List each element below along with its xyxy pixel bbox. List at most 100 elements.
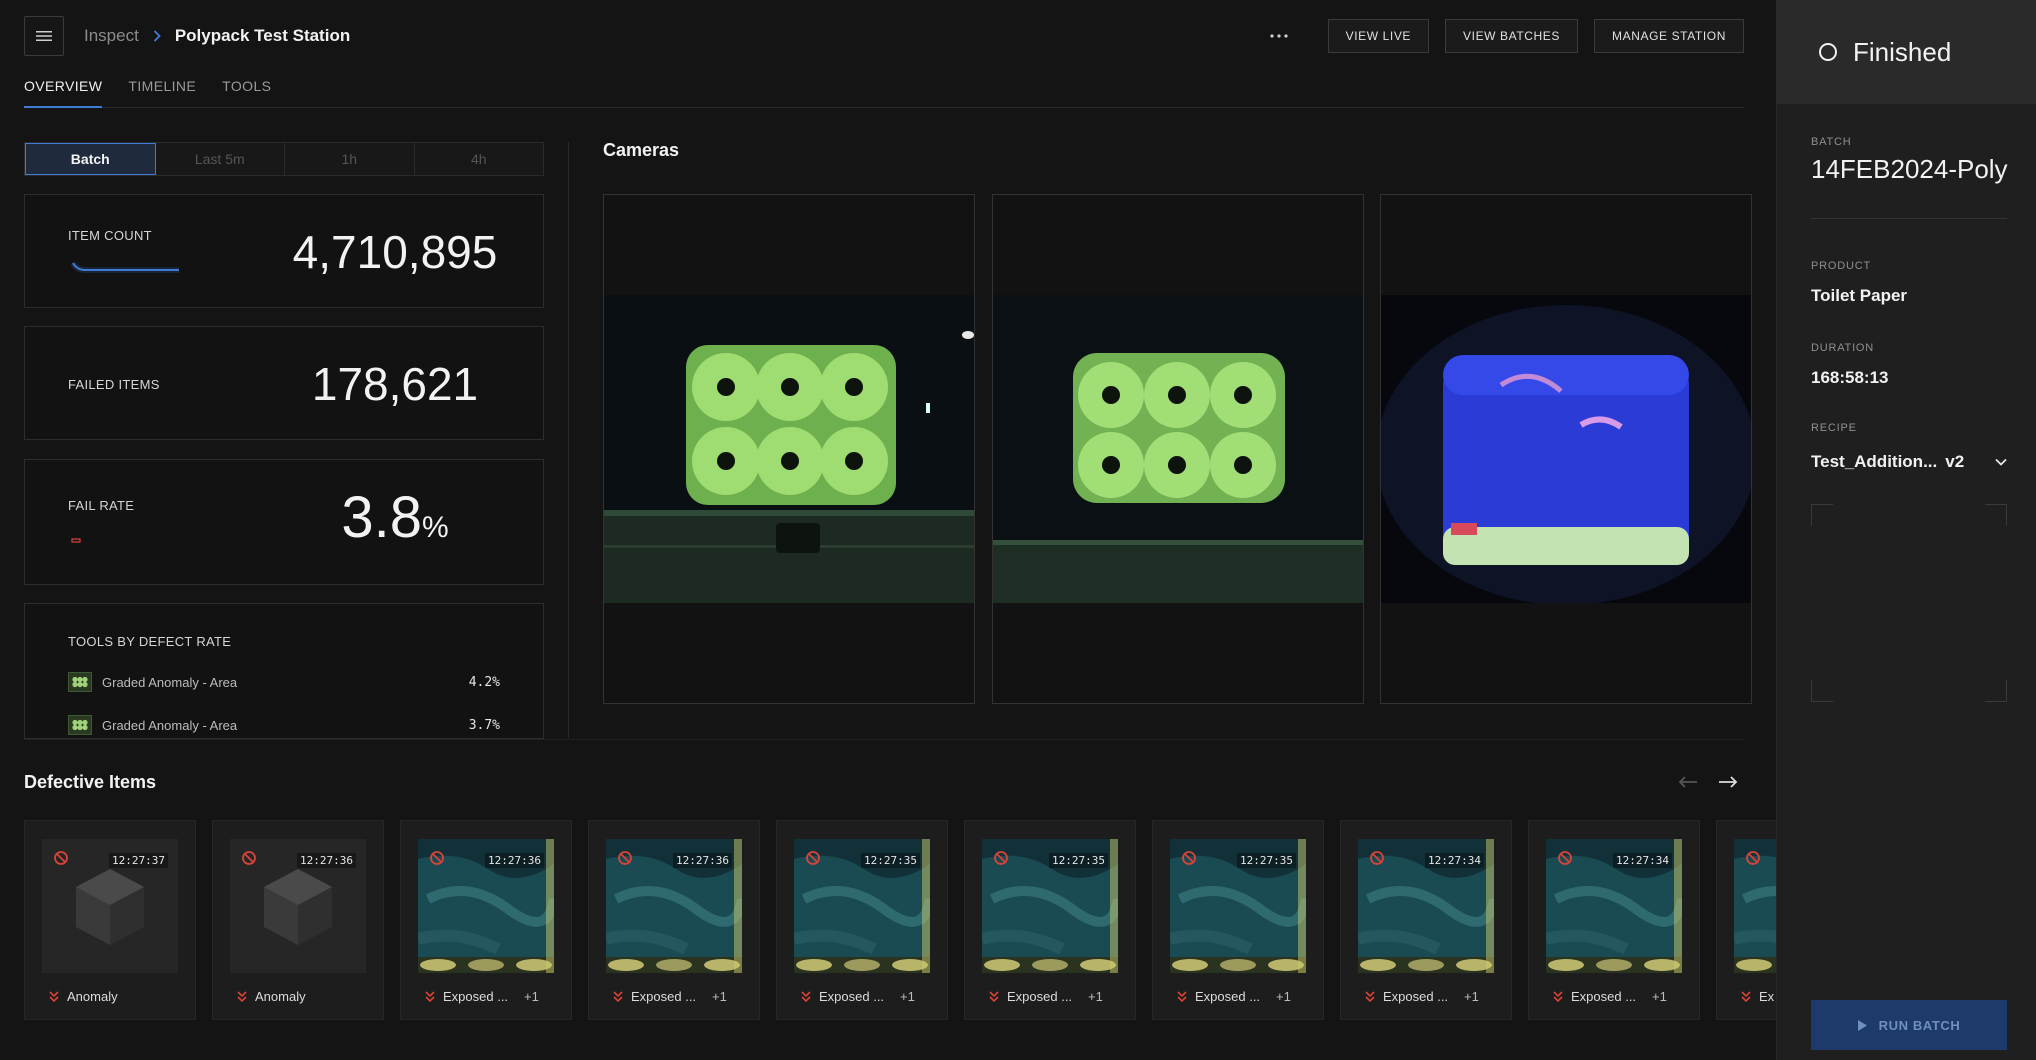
more-options-button[interactable] (1262, 19, 1296, 53)
batch-value: 14FEB2024-Poly (1811, 154, 2008, 184)
recipe-label: RECIPE (1811, 422, 1857, 434)
range-1h[interactable]: 1h (285, 143, 415, 175)
run-batch-button[interactable]: RUN BATCH (1811, 1000, 2007, 1050)
defective-items-title: Defective Items (24, 772, 157, 792)
menu-button[interactable] (24, 16, 64, 56)
fail-rate-card: FAIL RATE 3.8% (24, 459, 544, 585)
view-batches-button[interactable]: VIEW BATCHES (1445, 19, 1579, 53)
tab-tools[interactable]: TOOLS (222, 76, 271, 108)
tool-rate: 3.7% (468, 717, 500, 733)
defect-card[interactable]: 12:27:35 Exposed ... +1 (1152, 820, 1324, 1020)
tab-timeline[interactable]: TIMELINE (128, 76, 196, 108)
defect-thumbnail (1734, 839, 1776, 973)
defect-label: Ex (1741, 989, 1774, 1004)
defect-card[interactable]: 12:27:35 Exposed ... +1 (964, 820, 1136, 1020)
chevron-double-down-icon (1553, 990, 1563, 1002)
chevron-double-down-icon (425, 990, 435, 1002)
defect-timestamp: 12:27:35 (1049, 853, 1108, 868)
more-horizontal-icon (1270, 34, 1288, 38)
time-range-selector: Batch Last 5m 1h 4h (24, 142, 544, 176)
defect-label: Anomaly (49, 989, 118, 1004)
product-label: PRODUCT (1811, 260, 1871, 272)
breadcrumb: Inspect Polypack Test Station (84, 26, 350, 46)
chevron-down-icon (1995, 458, 2007, 466)
chevron-double-down-icon (1177, 990, 1187, 1002)
range-batch[interactable]: Batch (25, 143, 156, 175)
blocked-icon (1556, 849, 1574, 867)
tool-thumbnail (68, 672, 92, 692)
view-live-button[interactable]: VIEW LIVE (1327, 19, 1430, 53)
defect-extra-count: +1 (1088, 989, 1103, 1004)
defect-card[interactable]: 12:27:36 Exposed ... +1 (400, 820, 572, 1020)
range-4h[interactable]: 4h (414, 143, 543, 175)
corner-mark (1811, 680, 1833, 702)
previous-page-button[interactable] (1676, 770, 1700, 794)
item-count-value: 4,710,895 (292, 226, 498, 278)
defect-timestamp: 12:27:36 (673, 853, 732, 868)
camera-feed-2[interactable] (992, 194, 1364, 704)
defect-label: Exposed ... +1 (1365, 989, 1479, 1004)
blocked-icon (992, 849, 1010, 867)
defect-card[interactable]: 12:27:36 Exposed ... +1 (588, 820, 760, 1020)
camera-image-blue-package (1381, 295, 1751, 603)
defect-card[interactable]: 12:27:36 Anomaly (212, 820, 384, 1020)
defect-placeholder-thumbnail: 12:27:37 (42, 839, 178, 973)
defect-thumbnail: 12:27:35 (1170, 839, 1306, 973)
blocked-icon (1368, 849, 1386, 867)
camera-feed-1[interactable] (603, 194, 975, 704)
tools-by-defect-title: TOOLS BY DEFECT RATE (68, 634, 232, 649)
corner-mark (1811, 504, 1833, 526)
hamburger-icon (36, 31, 52, 41)
defect-thumbnail: 12:27:36 (606, 839, 742, 973)
defect-timestamp: 12:27:34 (1425, 853, 1484, 868)
camera-feed-3[interactable] (1380, 194, 1752, 704)
defect-card[interactable]: 12:27:34 Exposed ... +1 (1528, 820, 1700, 1020)
batch-status-header: Finished (1777, 0, 2036, 104)
defect-extra-count: +1 (712, 989, 727, 1004)
blocked-icon (428, 849, 446, 867)
defects-pager (1676, 770, 1740, 794)
defective-items-list: 12:27:37 Anomaly 12:27:36 Anomaly 12:27:36 Ex… (24, 820, 1776, 1020)
defect-card[interactable]: 12:27:34 Exposed ... +1 (1340, 820, 1512, 1020)
defect-extra-count: +1 (1464, 989, 1479, 1004)
manage-station-button[interactable]: MANAGE STATION (1594, 19, 1744, 53)
chevron-double-down-icon (49, 990, 59, 1002)
defect-extra-count: +1 (1276, 989, 1291, 1004)
defect-card[interactable]: Ex (1716, 820, 1776, 1020)
fail-rate-label: FAIL RATE (68, 498, 135, 513)
tool-row[interactable]: Graded Anomaly - Area 4.2% (68, 670, 500, 694)
run-batch-label: RUN BATCH (1878, 1017, 1961, 1033)
corner-mark (1985, 680, 2007, 702)
tool-rate: 4.2% (468, 674, 500, 690)
defect-card[interactable]: 12:27:35 Exposed ... +1 (776, 820, 948, 1020)
recipe-version: v2 (1945, 452, 1965, 471)
defect-card[interactable]: 12:27:37 Anomaly (24, 820, 196, 1020)
failed-items-card: FAILED ITEMS 178,621 (24, 326, 544, 440)
fail-rate-value: 3.8 (341, 485, 422, 550)
recipe-select[interactable]: Test_Addition... v2 (1811, 452, 2007, 472)
next-page-button[interactable] (1716, 770, 1740, 794)
batch-status: Finished (1853, 36, 1952, 67)
defect-thumbnail: 12:27:34 (1546, 839, 1682, 973)
blocked-icon (1744, 849, 1762, 867)
main-area: Inspect Polypack Test Station VIEW LIVE … (0, 0, 1776, 1060)
tab-overview[interactable]: OVERVIEW (24, 76, 103, 108)
blocked-icon (240, 849, 258, 867)
defect-type: Anomaly (255, 989, 306, 1004)
fail-rate-sparkline (71, 538, 81, 543)
breadcrumb-inspect[interactable]: Inspect (84, 26, 139, 46)
tool-row[interactable]: Graded Anomaly - Area 3.7% (68, 713, 500, 737)
recipe-preview (1811, 504, 2007, 702)
chevron-double-down-icon (237, 990, 247, 1002)
blocked-icon (52, 849, 70, 867)
arrow-left-icon (1678, 776, 1697, 788)
cameras-title: Cameras (603, 140, 680, 160)
range-last-5m[interactable]: Last 5m (155, 143, 285, 175)
defect-label: Exposed ... +1 (1553, 989, 1667, 1004)
failed-items-label: FAILED ITEMS (68, 377, 160, 392)
blocked-icon (616, 849, 634, 867)
defect-type: Ex (1759, 989, 1775, 1004)
camera-image-green-rolls (604, 295, 974, 603)
defect-label: Exposed ... +1 (1177, 989, 1291, 1004)
defect-timestamp: 12:27:35 (861, 853, 920, 868)
